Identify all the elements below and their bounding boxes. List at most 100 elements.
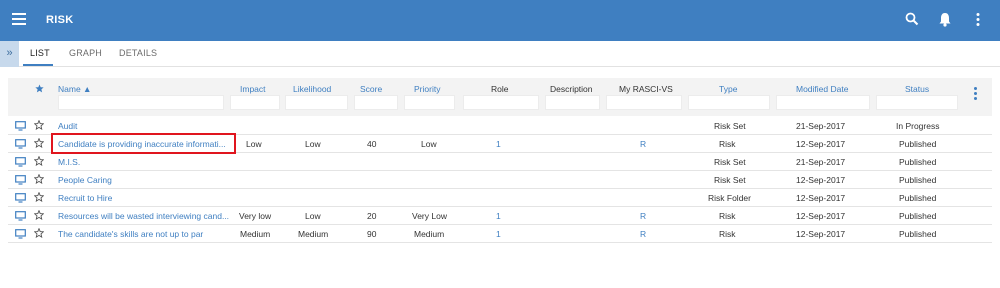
filter-priority-input[interactable] <box>404 95 455 110</box>
monitor-icon[interactable] <box>15 157 26 169</box>
row-name-link[interactable]: Recruit to Hire <box>58 193 112 203</box>
filter-description-input[interactable] <box>545 95 600 110</box>
star-outline-icon[interactable] <box>33 137 45 150</box>
row-impact: Low <box>246 139 262 149</box>
monitor-icon[interactable] <box>15 175 26 187</box>
row-status: In Progress <box>896 121 940 131</box>
row-modified-date: 12-Sep-2017 <box>796 139 846 149</box>
star-outline-icon[interactable] <box>33 173 45 186</box>
favorites-column-star-icon[interactable] <box>35 84 44 95</box>
row-type: Risk Set <box>714 121 746 131</box>
column-header-description: Description <box>550 84 593 94</box>
tab-bar: » LIST GRAPH DETAILS <box>0 41 1000 67</box>
filter-name-input[interactable] <box>58 95 224 110</box>
filter-likelihood-input[interactable] <box>285 95 348 110</box>
filter-type-input[interactable] <box>688 95 770 110</box>
row-name-link[interactable]: The candidate's skills are not up to par <box>58 229 203 239</box>
row-modified-date: 21-Sep-2017 <box>796 121 846 131</box>
column-header-modified-date[interactable]: Modified Date <box>796 84 848 94</box>
row-likelihood: Low <box>305 139 321 149</box>
row-type: Risk Set <box>714 175 746 185</box>
grid-header: Name ▲ Impact Likelihood Score Priority … <box>8 78 992 116</box>
table-row[interactable]: People Caring Risk Set 12-Sep-2017 Publi… <box>8 171 992 189</box>
row-impact: Very low <box>239 211 272 221</box>
row-name-link[interactable]: People Caring <box>58 175 112 185</box>
row-priority: Medium <box>414 229 445 239</box>
table-row[interactable]: Resources will be wasted interviewing ca… <box>8 207 992 225</box>
more-options-icon[interactable] <box>975 12 991 28</box>
filter-rasci-input[interactable] <box>606 95 682 110</box>
table-row[interactable]: The candidate's skills are not up to par… <box>8 225 992 243</box>
row-status: Published <box>899 229 937 239</box>
filter-modified-date-input[interactable] <box>776 95 870 110</box>
column-header-type[interactable]: Type <box>719 84 737 94</box>
row-score: 40 <box>367 139 377 149</box>
row-status: Published <box>899 139 937 149</box>
highlight-annotation-box <box>51 133 236 154</box>
monitor-icon[interactable] <box>15 211 26 223</box>
row-type: Risk <box>719 139 736 149</box>
expand-panel-button[interactable]: » <box>0 41 19 67</box>
row-role-link[interactable]: 1 <box>496 211 501 221</box>
filter-status-input[interactable] <box>876 95 958 110</box>
column-header-role: Role <box>491 84 509 94</box>
filter-impact-input[interactable] <box>230 95 280 110</box>
monitor-icon[interactable] <box>15 139 26 151</box>
row-status: Published <box>899 193 937 203</box>
row-name-link[interactable]: Audit <box>58 121 77 131</box>
row-rasci-link[interactable]: R <box>640 211 646 221</box>
row-modified-date: 12-Sep-2017 <box>796 229 846 239</box>
filter-score-input[interactable] <box>354 95 398 110</box>
row-type: Risk Set <box>714 157 746 167</box>
row-score: 20 <box>367 211 377 221</box>
row-type: Risk Folder <box>708 193 751 203</box>
row-impact: Medium <box>240 229 271 239</box>
filter-role-input[interactable] <box>463 95 539 110</box>
column-header-status[interactable]: Status <box>905 84 929 94</box>
search-icon[interactable] <box>905 12 921 28</box>
tab-list[interactable]: LIST <box>30 48 50 58</box>
notifications-bell-icon[interactable] <box>938 12 954 28</box>
column-header-score[interactable]: Score <box>360 84 382 94</box>
app-bar: RISK <box>0 0 1000 41</box>
active-tab-indicator <box>23 64 53 66</box>
star-outline-icon[interactable] <box>33 227 45 240</box>
column-header-name[interactable]: Name ▲ <box>58 84 91 94</box>
column-header-impact[interactable]: Impact <box>240 84 266 94</box>
row-score: 90 <box>367 229 377 239</box>
hamburger-menu-icon[interactable] <box>12 13 26 25</box>
tab-graph[interactable]: GRAPH <box>69 48 102 58</box>
table-row[interactable]: M.I.S. Risk Set 21-Sep-2017 Published <box>8 153 992 171</box>
tab-details[interactable]: DETAILS <box>119 48 157 58</box>
column-header-likelihood[interactable]: Likelihood <box>293 84 331 94</box>
monitor-icon[interactable] <box>15 121 26 133</box>
row-modified-date: 12-Sep-2017 <box>796 211 846 221</box>
row-status: Published <box>899 157 937 167</box>
column-header-priority[interactable]: Priority <box>414 84 440 94</box>
row-modified-date: 21-Sep-2017 <box>796 157 846 167</box>
row-priority: Low <box>421 139 437 149</box>
row-type: Risk <box>719 229 736 239</box>
row-name-link[interactable]: M.I.S. <box>58 157 80 167</box>
row-rasci-link[interactable]: R <box>640 139 646 149</box>
monitor-icon[interactable] <box>15 193 26 205</box>
row-type: Risk <box>719 211 736 221</box>
row-role-link[interactable]: 1 <box>496 139 501 149</box>
row-role-link[interactable]: 1 <box>496 229 501 239</box>
star-outline-icon[interactable] <box>33 209 45 222</box>
star-outline-icon[interactable] <box>33 191 45 204</box>
row-status: Published <box>899 211 937 221</box>
row-likelihood: Low <box>305 211 321 221</box>
column-options-icon[interactable] <box>974 87 978 102</box>
row-rasci-link[interactable]: R <box>640 229 646 239</box>
star-outline-icon[interactable] <box>33 119 45 132</box>
column-header-rasci: My RASCI-VS <box>619 84 673 94</box>
row-priority: Very Low <box>412 211 447 221</box>
row-likelihood: Medium <box>298 229 329 239</box>
row-modified-date: 12-Sep-2017 <box>796 175 846 185</box>
app-title: RISK <box>46 14 74 26</box>
row-name-link[interactable]: Resources will be wasted interviewing ca… <box>58 211 229 221</box>
monitor-icon[interactable] <box>15 229 26 241</box>
table-row[interactable]: Recruit to Hire Risk Folder 12-Sep-2017 … <box>8 189 992 207</box>
star-outline-icon[interactable] <box>33 155 45 168</box>
